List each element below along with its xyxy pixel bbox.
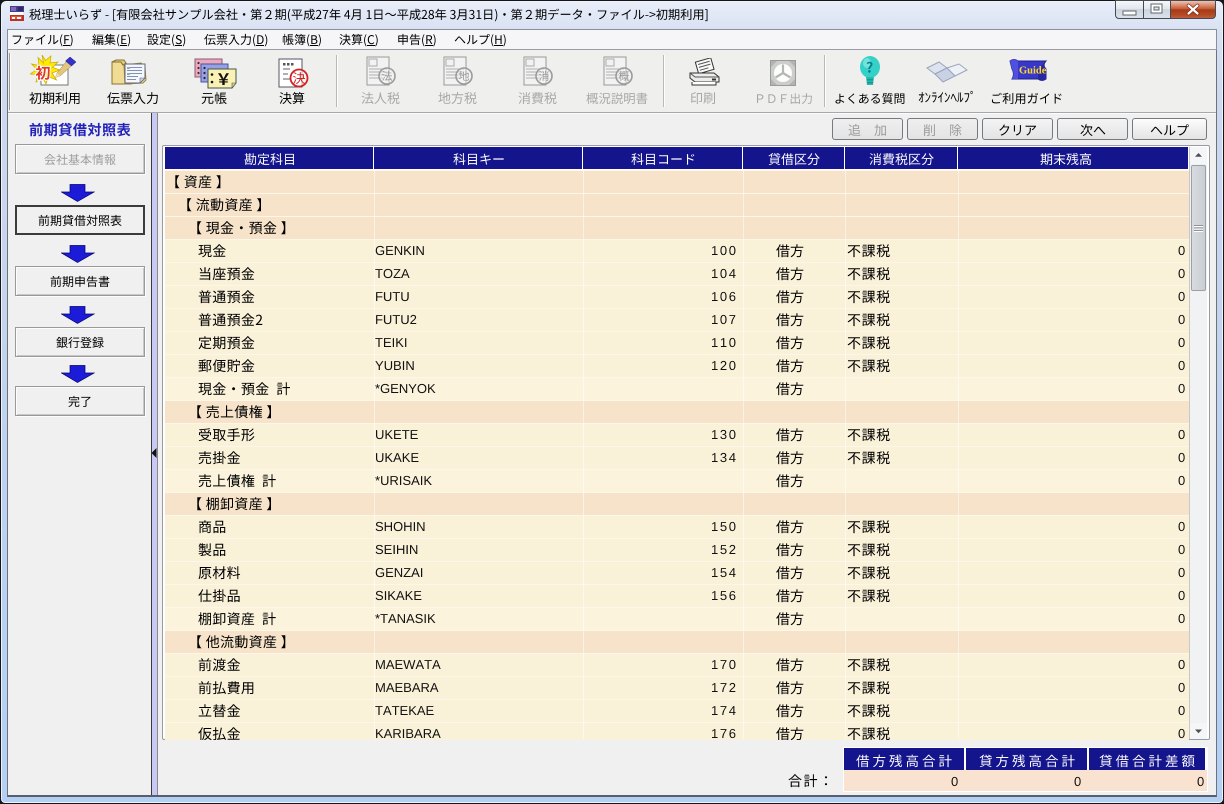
svg-text:Guide: Guide (1019, 66, 1047, 77)
